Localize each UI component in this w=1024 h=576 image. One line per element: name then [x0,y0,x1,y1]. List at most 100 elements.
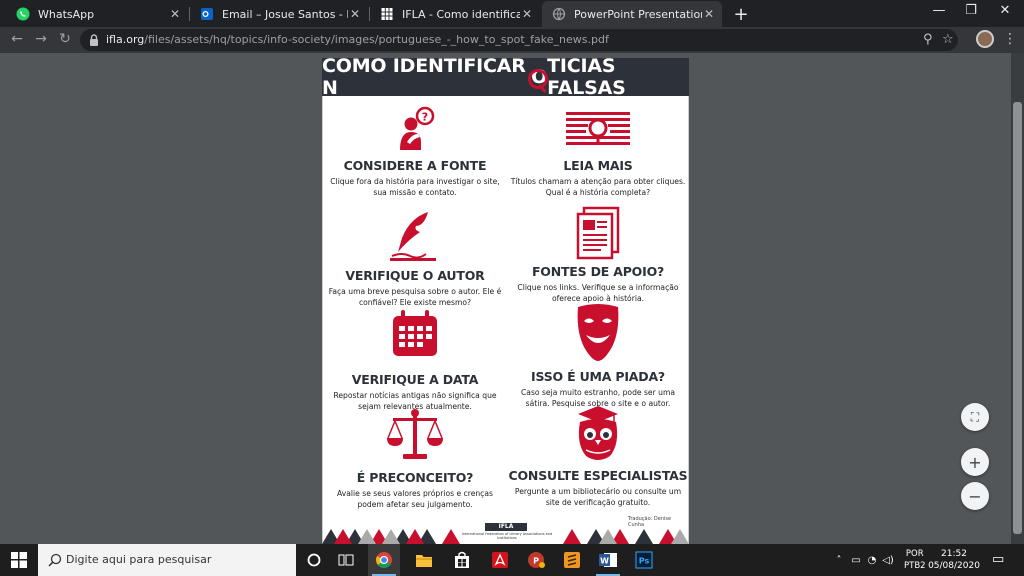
restore-icon[interactable]: ❐ [956,3,986,18]
magnifier-o: O [528,66,549,89]
language-indicator[interactable]: POR PTB2 [904,548,926,572]
cortana-button[interactable] [298,544,330,576]
minimize-icon[interactable]: — [924,3,954,18]
fit-page-button[interactable]: ⛶ [961,403,989,431]
item-heading: CONSULTE ESPECIALISTAS [508,468,688,483]
thinking-person-icon: ? [400,106,435,150]
taskbar-store[interactable] [446,544,478,576]
taskbar-chrome[interactable] [368,544,400,576]
taskbar-file-explorer[interactable] [408,544,440,576]
poster-body: ? CONSIDERE A FONTE Clique fora da histó… [322,96,689,544]
chrome-icon [376,552,392,568]
item-verifique-o-autor: VERIFIQUE O AUTOR Faça uma breve pesquis… [325,208,505,308]
lock-icon [90,34,98,46]
zoom-magnifier-icon[interactable]: ⚲ [923,32,933,47]
task-view-button[interactable] [330,544,362,576]
forward-arrow-icon[interactable]: → [32,31,50,47]
item-verifique-a-data: VERIFIQUE A DATA Repostar notícias antig… [325,306,505,412]
item-heading: VERIFIQUE A DATA [351,372,479,387]
system-tray: ˄ ▭ ◔ ◁) [832,544,896,576]
item-heading: FONTES DE APOIO? [531,264,665,279]
taskbar-acrobat[interactable] [484,544,516,576]
reload-icon[interactable]: ↻ [56,31,74,47]
window-close-icon[interactable]: ✕ [990,3,1020,18]
tab-title: Email – Josue Santos - BIBLIOTEC [222,7,348,21]
notifications-icon[interactable]: ▭ [992,552,1004,567]
fit-page-icon: ⛶ [970,409,980,424]
acrobat-icon [492,552,508,568]
address-bar[interactable]: ifla.org/files/assets/hq/topics/info-soc… [80,29,958,51]
tab-powerpoint[interactable]: PowerPoint Presentation ✕ [542,1,722,27]
pdf-reader-icon: P [528,552,545,568]
more-menu-icon[interactable]: ⋮ [1003,31,1017,47]
item-consulte-especialistas: CONSULTE ESPECIALISTAS Pergunte a um bib… [508,404,688,508]
back-arrow-icon[interactable]: ← [8,31,26,47]
documents-icon [576,206,620,260]
tab-strip: WhatsApp ✕ Email – Josue Santos - BIBLIO… [0,0,1024,27]
item-e-preconceito: É PRECONCEITO? Avalie se seus valores pr… [325,406,505,510]
comedy-mask-icon [577,304,619,361]
svg-text:Ps: Ps [639,557,650,566]
keyboard-layout: PTB2 [904,561,926,571]
quill-pen-icon [390,212,436,261]
close-tab-icon[interactable]: ✕ [168,7,182,21]
zoom-in-button[interactable]: + [961,448,989,476]
tab-ifla[interactable]: IFLA - Como identificar notícias f ✕ [370,1,540,27]
task-view-icon [338,554,354,566]
item-heading: LEIA MAIS [563,158,633,173]
svg-text:?: ? [422,111,428,124]
new-tab-icon[interactable]: + [732,4,750,25]
profile-avatar[interactable] [976,30,994,48]
bookmark-star-icon[interactable]: ☆ [942,32,954,47]
windows-taskbar: Digite aqui para pesquisar P W Ps ˄ ▭ ◔ … [0,544,1024,576]
search-icon [48,553,62,567]
close-tab-icon[interactable]: ✕ [348,7,362,21]
browser-toolbar: ← → ↻ ifla.org/files/assets/hq/topics/in… [0,27,1024,53]
globe-icon [552,7,566,21]
tab-email[interactable]: Email – Josue Santos - BIBLIOTEC ✕ [190,1,368,27]
ifla-logo: IFLA [485,523,527,531]
whatsapp-icon [16,7,30,21]
outlook-icon [201,8,213,20]
taskbar-word[interactable]: W [592,544,624,576]
taskbar-photoshop[interactable]: Ps [628,544,660,576]
item-leia-mais: LEIA MAIS Títulos chamam a atenção para … [508,104,688,198]
folder-icon [416,555,432,567]
svg-text:P: P [533,557,539,566]
poster-title: COMO IDENTIFICAR N O TÍCIAS FALSAS [322,58,689,99]
sublime-icon [564,552,580,568]
store-bag-icon [455,551,469,568]
ifla-logo-subtitle: International Federation of Library Asso… [461,532,553,540]
close-tab-icon[interactable]: ✕ [520,7,534,21]
taskbar-search-box[interactable]: Digite aqui para pesquisar [38,544,296,576]
title-part-2: TÍCIAS FALSAS [547,58,626,99]
volume-icon[interactable]: ◁) [880,555,896,566]
tab-title: PowerPoint Presentation [574,7,702,21]
url-text: ifla.org/files/assets/hq/topics/info-soc… [106,33,609,46]
scrollbar-thumb[interactable] [1013,102,1022,534]
taskbar-clock[interactable]: 21:52 05/08/2020 [928,548,980,572]
balance-scale-icon [387,409,443,459]
chevron-up-icon[interactable]: ˄ [832,555,846,566]
network-icon[interactable]: ◔ [864,555,880,566]
sheet-icon [381,8,393,20]
item-heading: ISSO É UMA PIADA? [531,369,665,384]
title-part-1: COMO IDENTIFICAR N [322,58,526,99]
start-button[interactable] [0,544,38,576]
taskbar-sublime[interactable] [556,544,588,576]
item-text: Faça uma breve pesquisa sobre o autor. E… [328,287,502,307]
item-heading: É PRECONCEITO? [356,470,474,485]
photoshop-icon: Ps [635,551,653,569]
calendar-icon [393,310,437,356]
word-icon: W [599,553,617,567]
item-considere-a-fonte: ? CONSIDERE A FONTE Clique fora da histó… [325,104,505,198]
item-isso-e-uma-piada: ISSO É UMA PIADA? Caso seja muito estran… [508,301,688,409]
close-tab-icon[interactable]: ✕ [702,7,716,21]
url-path: /files/assets/hq/topics/info-society/ima… [144,33,609,46]
tab-whatsapp[interactable]: WhatsApp ✕ [6,1,188,27]
tab-title: IFLA - Como identificar notícias f [402,7,520,21]
taskbar-pdf-reader[interactable]: P [520,544,552,576]
graduate-owl-icon [578,406,618,460]
battery-icon[interactable]: ▭ [848,555,864,566]
zoom-out-button[interactable]: − [961,482,989,510]
